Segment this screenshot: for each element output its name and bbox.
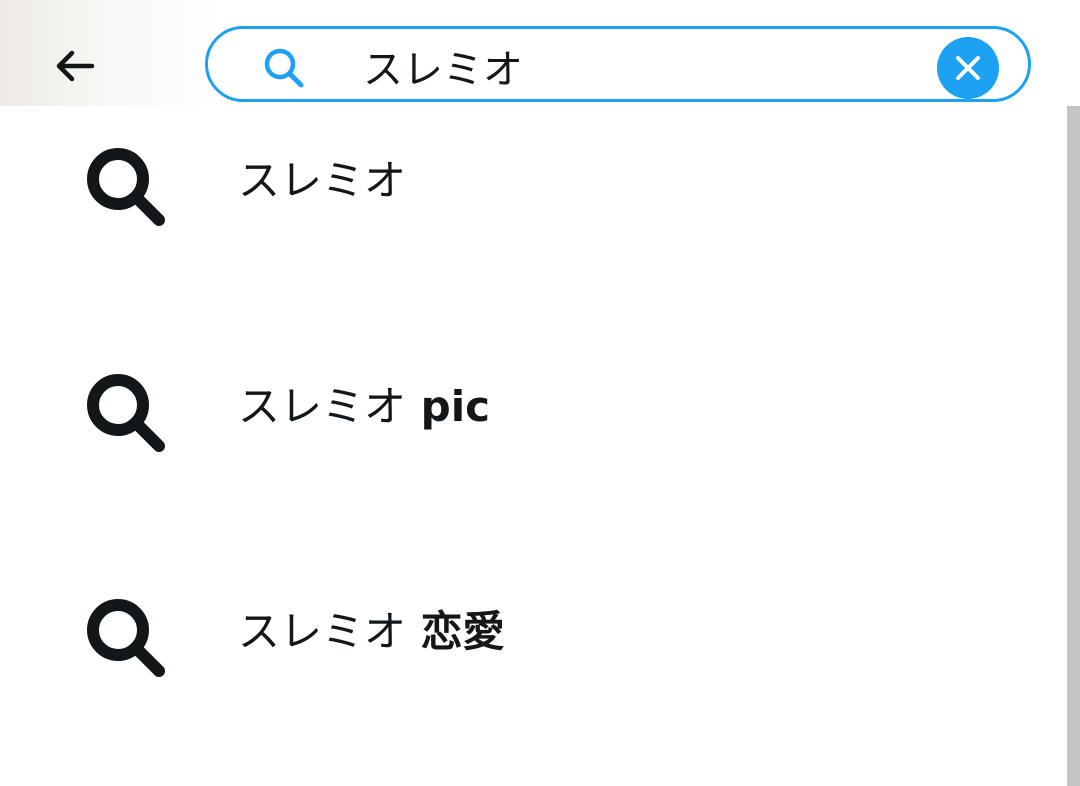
search-icon: [264, 48, 304, 88]
back-button[interactable]: [44, 36, 104, 96]
suggestion-item[interactable]: スレミオ 恋愛: [0, 557, 1067, 707]
suggestion-text: スレミオ pic: [238, 382, 490, 432]
suggestion-item[interactable]: スレミオ pic: [0, 332, 1067, 482]
suggestion-query-text: スレミオ: [238, 607, 407, 656]
suggestion-item[interactable]: スレミオ: [0, 106, 1067, 256]
scrollbar[interactable]: [1067, 106, 1080, 786]
arrow-left-icon: [56, 50, 95, 82]
suggestion-query-text: スレミオ: [238, 382, 407, 431]
search-icon: [87, 374, 165, 452]
suggestion-text: スレミオ 恋愛: [238, 607, 505, 657]
suggestion-text: スレミオ: [238, 156, 406, 206]
search-header: [0, 0, 1080, 106]
search-box[interactable]: [205, 26, 1031, 102]
suggestion-completion-text: 恋愛: [406, 607, 505, 656]
search-icon: [87, 599, 165, 677]
clear-search-button[interactable]: [937, 37, 999, 99]
search-page: スレミオ スレミオ pic スレミオ 恋愛: [0, 0, 1080, 786]
search-input[interactable]: [363, 37, 923, 95]
suggestion-completion-text: pic: [406, 382, 490, 431]
suggestion-query-text: スレミオ: [238, 156, 407, 205]
close-icon: [956, 56, 980, 80]
search-icon: [87, 148, 165, 226]
